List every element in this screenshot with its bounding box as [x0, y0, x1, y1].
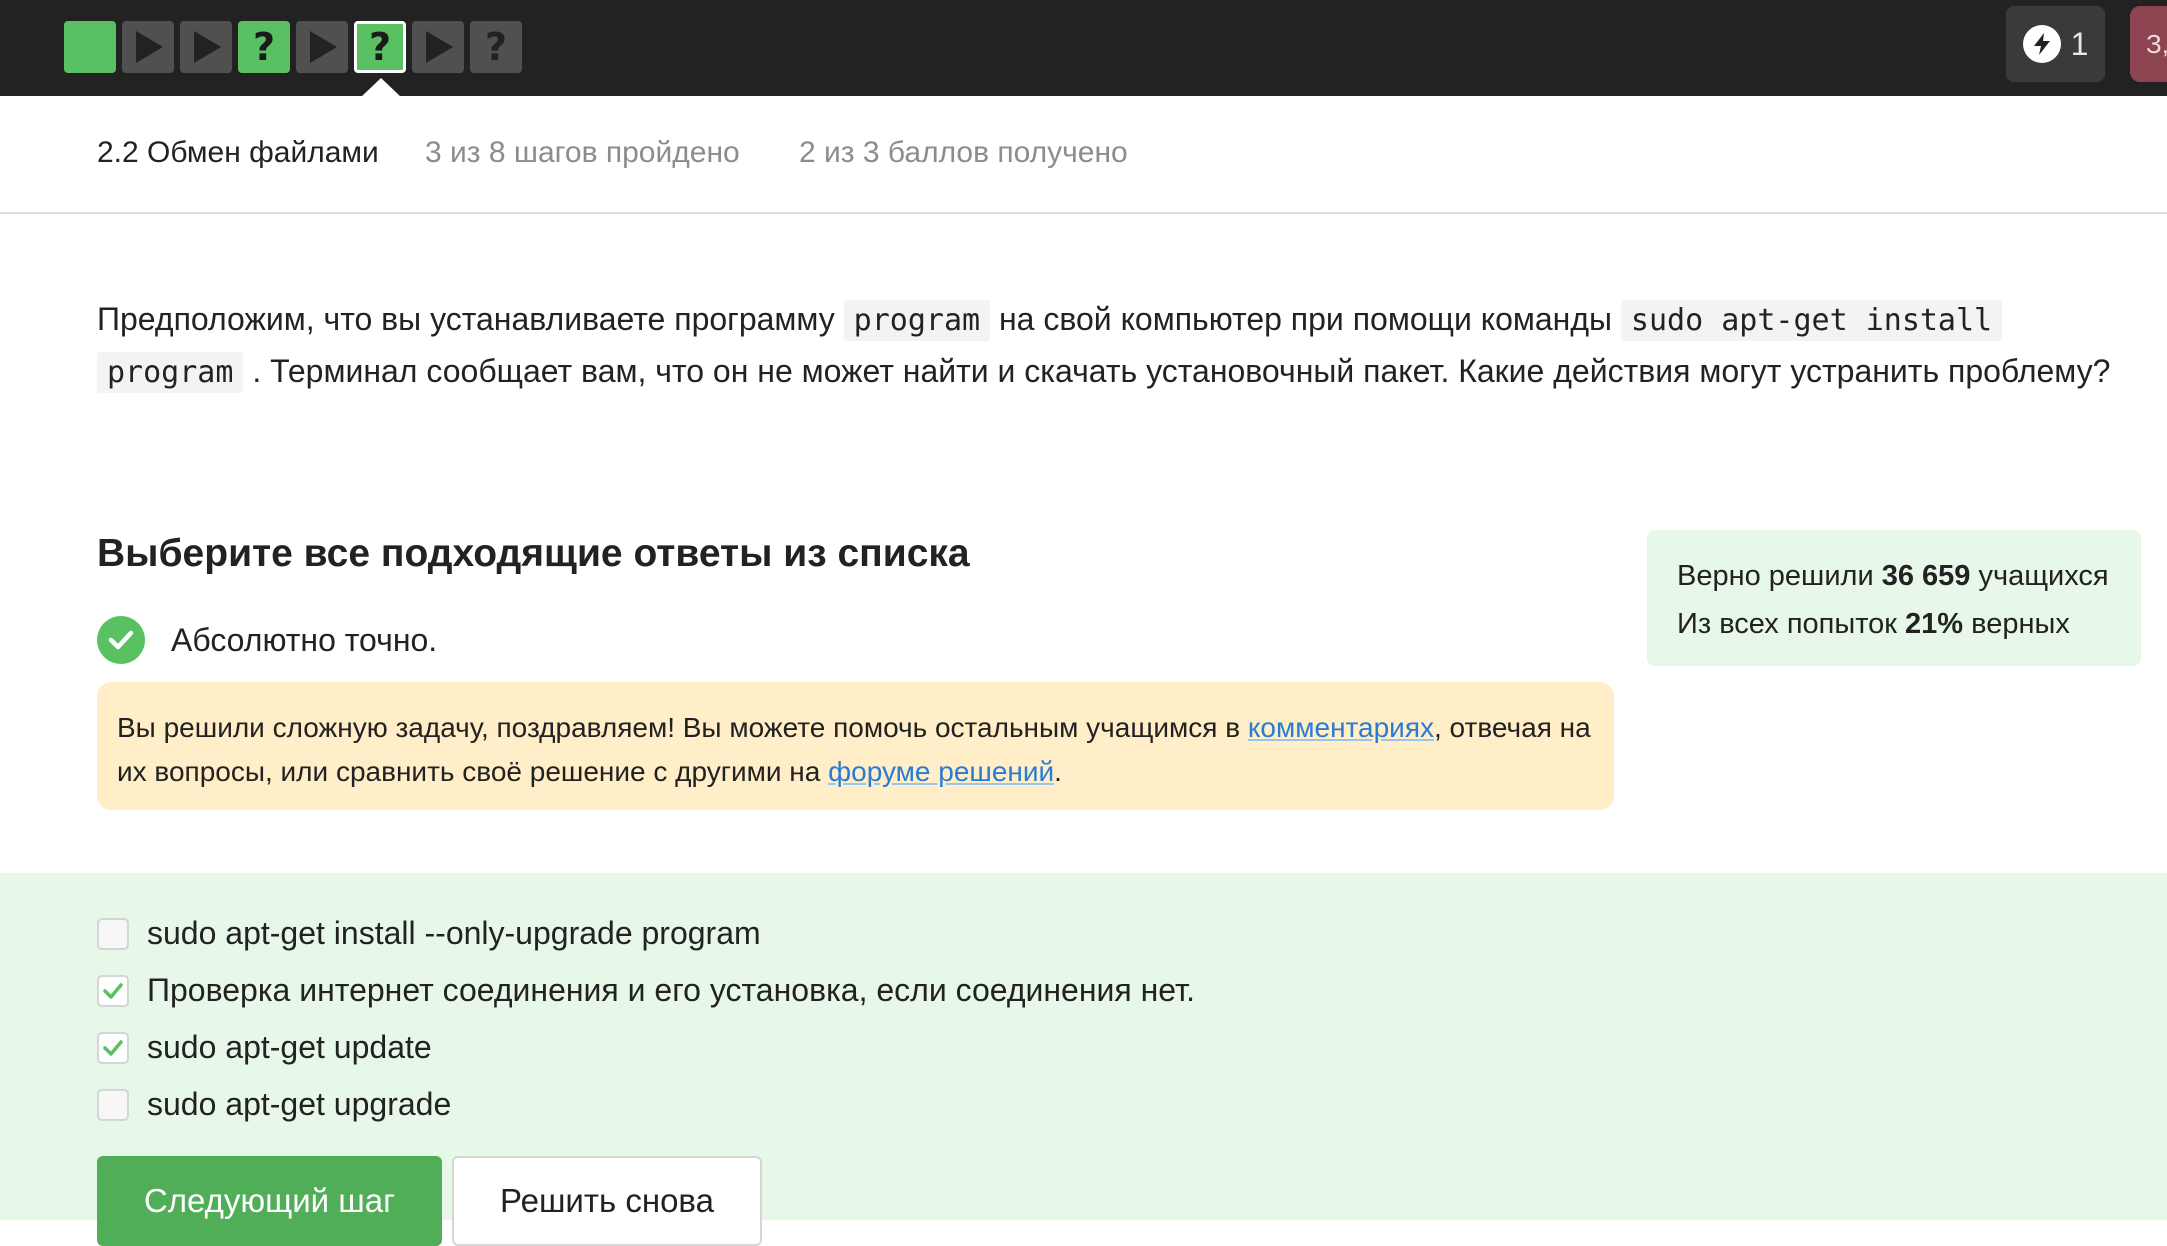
- energy-count: 1: [2070, 25, 2089, 62]
- answer-feedback: Абсолютно точно.: [97, 616, 437, 664]
- option-checkbox[interactable]: [97, 917, 129, 950]
- option-label: sudo apt-get update: [147, 1029, 432, 1065]
- lesson-steps-nav: ? ? ?: [64, 21, 522, 73]
- option-checkbox[interactable]: [97, 1088, 129, 1121]
- solve-stats: Верно решили 36 659 учащихся Из всех поп…: [1647, 530, 2141, 666]
- lightning-icon: [2022, 25, 2061, 63]
- option-label: sudo apt-get install --only-upgrade prog…: [147, 915, 761, 951]
- option-label: sudo apt-get upgrade: [147, 1086, 452, 1122]
- option-item[interactable]: sudo apt-get update: [97, 1019, 1195, 1076]
- play-icon: [194, 31, 221, 63]
- instruction-heading: Выберите все подходящие ответы из списка: [97, 532, 970, 575]
- energy-button[interactable]: 1: [2006, 6, 2105, 82]
- step-6-quiz-current[interactable]: ?: [354, 21, 406, 73]
- lesson-title: 2.2 Обмен файлами: [97, 136, 379, 169]
- lesson-header: 2.2 Обмен файлами 3 из 8 шагов пройдено …: [0, 96, 2167, 214]
- question-icon: ?: [368, 25, 392, 69]
- top-navigation-bar: ? ? ? 1 З,: [0, 0, 2167, 97]
- stats-solved: Верно решили 36 659 учащихся: [1677, 560, 2109, 592]
- solve-again-button[interactable]: Решить снова: [452, 1156, 762, 1246]
- active-step-pointer: [361, 78, 401, 97]
- code-inline: program: [843, 300, 991, 341]
- step-7-video[interactable]: [412, 21, 464, 73]
- points-progress: 2 из 3 баллов получено: [799, 136, 1128, 169]
- question-icon: ?: [252, 25, 276, 69]
- play-icon: [136, 31, 163, 63]
- option-checkbox-checked[interactable]: [97, 1031, 129, 1064]
- code-inline: sudo apt-get install: [1620, 300, 2003, 341]
- checkmark-icon: [103, 982, 123, 999]
- checkmark-icon: [103, 1039, 123, 1056]
- next-step-button[interactable]: Следующий шаг: [97, 1156, 442, 1246]
- congrats-hint: Вы решили сложную задачу, поздравляем! В…: [97, 682, 1614, 810]
- solutions-forum-link[interactable]: форуме решений: [828, 756, 1054, 787]
- answer-options: sudo apt-get install --only-upgrade prog…: [97, 905, 1195, 1133]
- feedback-text: Абсолютно точно.: [171, 621, 438, 658]
- play-icon: [426, 31, 453, 63]
- option-label: Проверка интернет соединения и его устан…: [147, 972, 1196, 1008]
- answer-options-area: sudo apt-get install --only-upgrade prog…: [0, 873, 2167, 1246]
- play-icon: [310, 31, 337, 63]
- step-3-video[interactable]: [180, 21, 232, 73]
- question-icon: ?: [484, 25, 508, 69]
- option-item[interactable]: sudo apt-get upgrade: [97, 1076, 1195, 1133]
- step-1-text[interactable]: [64, 21, 116, 73]
- success-check-icon: [97, 616, 145, 664]
- question-text: Предположим, что вы устанавливаете прогр…: [97, 294, 2137, 398]
- option-checkbox-checked[interactable]: [97, 974, 129, 1007]
- comments-link[interactable]: комментариях: [1248, 712, 1434, 743]
- option-item[interactable]: sudo apt-get install --only-upgrade prog…: [97, 905, 1195, 962]
- step-5-video[interactable]: [296, 21, 348, 73]
- steps-progress: 3 из 8 шагов пройдено: [425, 136, 740, 169]
- step-4-quiz[interactable]: ?: [238, 21, 290, 73]
- stats-attempts: Из всех попыток 21% верных: [1677, 608, 2070, 640]
- step-8-quiz[interactable]: ?: [470, 21, 522, 73]
- user-avatar-button[interactable]: З,: [2130, 6, 2167, 82]
- option-item[interactable]: Проверка интернет соединения и его устан…: [97, 962, 1195, 1019]
- step-2-video[interactable]: [122, 21, 174, 73]
- code-inline: program: [97, 352, 244, 393]
